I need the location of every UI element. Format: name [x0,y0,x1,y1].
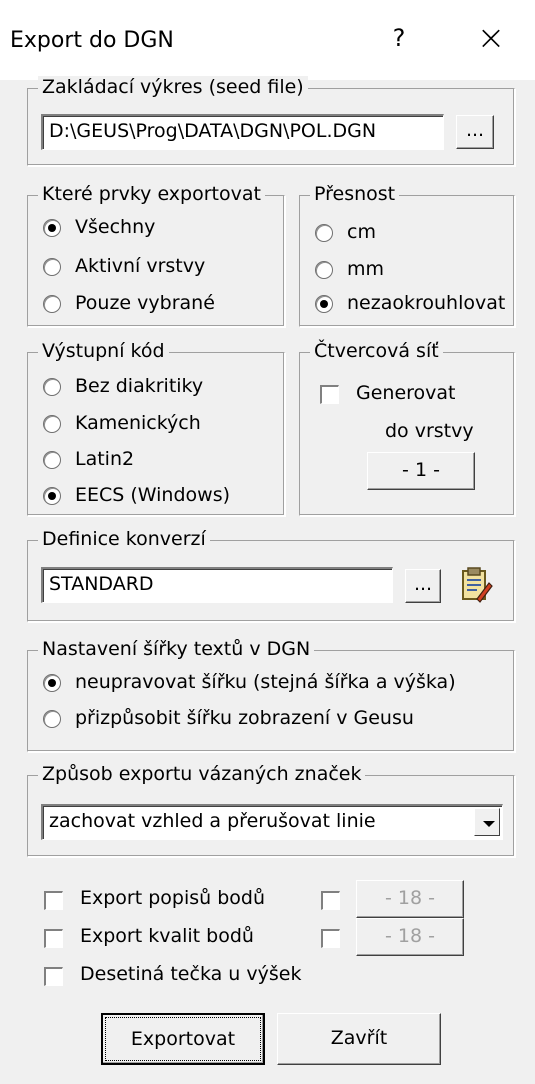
grid-layer-label: do vrstvy [385,420,474,442]
decimal-dot-checkbox[interactable] [44,967,63,986]
width-label-keep: neupravovat šířku (stejná šířka a výška) [75,671,456,693]
precision-label-none: nezaokrouhlovat [347,292,506,314]
precision-label-cm: cm [347,221,376,243]
window-title: Export do DGN [10,28,174,53]
close-button[interactable]: Zavřít [277,1013,441,1065]
point-labels-checkbox[interactable] [44,891,63,910]
elements-radio-selected[interactable] [43,295,61,313]
width-radio-adapt[interactable] [43,710,61,728]
title-bar: Export do DGN ? × [0,0,535,80]
decimal-dot-label: Desetiná tečka u výšek [80,963,302,985]
grid-layer-button[interactable]: - 1 - [367,452,475,490]
point-labels-label: Export popisů bodů [80,887,266,909]
close-icon[interactable]: × [466,18,516,58]
precision-legend: Přesnost [310,183,400,205]
text-width-legend: Nastavení šířky textů v DGN [38,638,315,660]
elements-label-all: Všechny [75,216,156,238]
elements-radio-active[interactable] [43,258,61,276]
conversion-input[interactable]: STANDARD [41,567,393,603]
precision-label-mm: mm [347,258,385,280]
elements-label-selected: Pouze vybrané [75,292,215,314]
precision-radio-mm[interactable] [315,261,333,279]
code-radio-latin2[interactable] [43,451,61,469]
point-labels-level-checkbox[interactable] [321,891,340,910]
elements-radio-all[interactable] [43,219,61,237]
elements-label-active: Aktivní vrstvy [75,255,206,277]
clipboard-edit-icon[interactable] [455,565,495,605]
conversion-browse-button[interactable]: ... [405,569,441,603]
point-labels-level-button[interactable]: - 18 - [356,880,464,918]
width-radio-keep[interactable] [43,674,61,692]
point-quality-label: Export kvalit bodů [80,925,254,947]
grid-legend: Čtvercová síť [310,340,443,362]
chevron-down-icon[interactable] [474,808,500,836]
help-button[interactable]: ? [384,24,414,52]
code-label-eecs: EECS (Windows) [75,484,231,506]
elements-legend: Které prvky exportovat [38,183,265,205]
point-quality-checkbox[interactable] [44,929,63,948]
code-label-none: Bez diakritiky [75,375,204,397]
width-label-adapt: přizpůsobit šířku zobrazení v Geusu [75,707,414,729]
code-label-latin2: Latin2 [75,448,135,470]
code-radio-none[interactable] [43,378,61,396]
grid-generate-label: Generovat [356,382,456,404]
export-button[interactable]: Exportovat [101,1013,265,1065]
output-code-legend: Výstupní kód [38,340,169,362]
conversion-legend: Definice konverzí [38,528,210,550]
precision-radio-none[interactable] [315,295,333,313]
seed-file-legend: Zakládací výkres (seed file) [38,76,308,98]
point-quality-level-checkbox[interactable] [321,929,340,948]
point-quality-level-button[interactable]: - 18 - [356,918,464,956]
linked-signs-legend: Způsob exportu vázaných značek [38,763,366,785]
grid-generate-checkbox[interactable] [320,385,339,404]
text-width-group: Nastavení šířky textů v DGN [27,638,515,752]
code-radio-eecs[interactable] [43,487,61,505]
seed-browse-button[interactable]: ... [456,115,494,149]
precision-radio-cm[interactable] [315,224,333,242]
linked-signs-value: zachovat vzhled a přerušovat linie [49,810,376,832]
seed-file-input[interactable]: D:\GEUS\Prog\DATA\DGN\POL.DGN [41,114,444,150]
code-radio-kamenicky[interactable] [43,415,61,433]
code-label-kamenicky: Kamenických [75,412,201,434]
linked-signs-select[interactable]: zachovat vzhled a přerušovat linie [41,804,503,840]
